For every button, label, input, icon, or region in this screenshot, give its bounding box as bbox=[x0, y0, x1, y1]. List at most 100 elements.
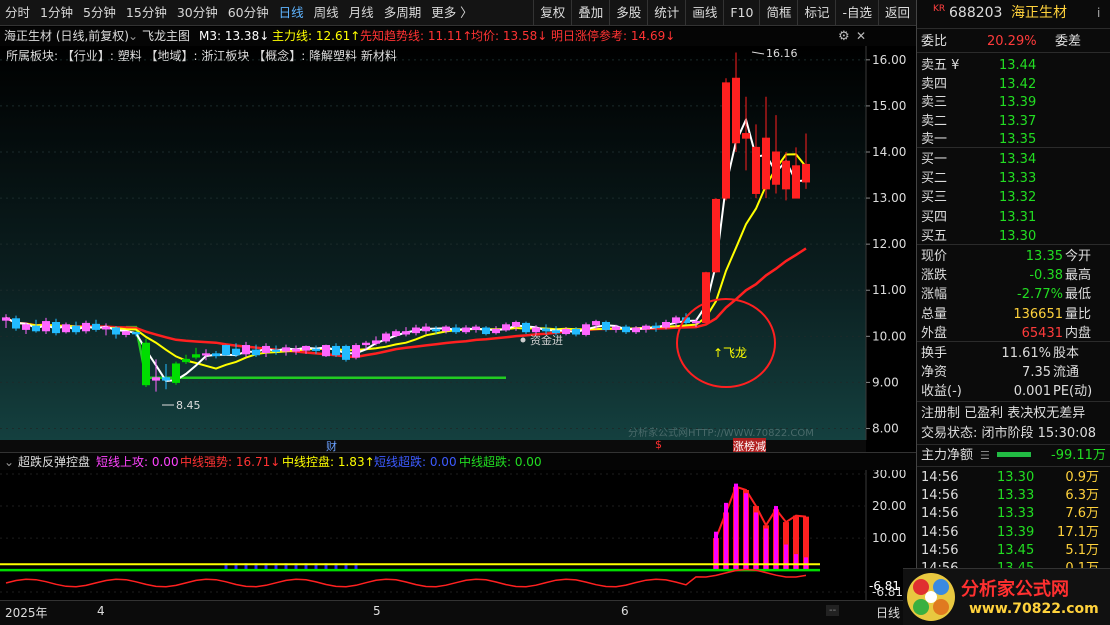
period-tab[interactable]: 60分钟 bbox=[223, 0, 274, 26]
candle-body bbox=[632, 327, 640, 333]
tick-time: 14:56 bbox=[921, 488, 959, 504]
ask-label: 卖三 bbox=[921, 95, 948, 110]
candle-body bbox=[162, 377, 170, 381]
candle-body bbox=[202, 353, 210, 356]
tick-time: 14:56 bbox=[921, 470, 959, 485]
period-tab[interactable]: 5分钟 bbox=[78, 0, 121, 26]
stat-label-right: 股本 bbox=[1053, 346, 1080, 361]
ask-label: 卖四 bbox=[921, 76, 948, 92]
tick-price: 13.33 bbox=[997, 488, 1035, 504]
candle-body bbox=[522, 322, 530, 333]
formula-name[interactable]: 飞龙主图 bbox=[142, 27, 190, 46]
candle-body bbox=[592, 321, 600, 326]
chevron-down-icon[interactable]: ⌄ bbox=[128, 27, 138, 46]
candle-body bbox=[482, 327, 490, 335]
bid-label: 买三 bbox=[921, 190, 948, 206]
indicator-chart: 10.0020.0030.00-6.81-6.81 bbox=[0, 470, 906, 600]
candle-body bbox=[132, 332, 140, 335]
tick-row: 14:56 13.39 17.1万 bbox=[917, 523, 1110, 542]
candle-body bbox=[112, 327, 120, 335]
tick-volume: 17.1万 bbox=[1057, 524, 1099, 540]
quote-panel: KR 688203 海正生材 i 委比 20.29% 委差 卖五 ¥13.44 卖… bbox=[903, 0, 1110, 625]
stat-label-right: 量比 bbox=[1065, 306, 1092, 322]
ask-level-row: 卖五 ¥ 13.44 bbox=[917, 56, 1110, 75]
period-tab[interactable]: 日线 bbox=[274, 0, 309, 26]
toolbar-button[interactable]: F10 bbox=[723, 0, 759, 26]
candle-body bbox=[332, 345, 340, 356]
bid-level-row: 买一 13.34 bbox=[917, 150, 1110, 169]
candle-body bbox=[672, 317, 680, 323]
stat-label-right: 内盘 bbox=[1065, 325, 1092, 341]
main-net-value: -99.11万 bbox=[1051, 448, 1106, 463]
price-tick-label: 16.00 bbox=[872, 53, 906, 67]
stat-label-right: 流通 bbox=[1053, 365, 1080, 381]
toolbar-button[interactable]: -自选 bbox=[835, 0, 878, 26]
candle-body bbox=[262, 345, 270, 353]
candle-body bbox=[492, 328, 500, 334]
candle-body bbox=[782, 160, 790, 190]
period-tab[interactable]: 分时 bbox=[0, 0, 35, 26]
candle-body bbox=[472, 326, 480, 330]
axis-scroll-button[interactable]: -- bbox=[826, 605, 840, 616]
candle-body bbox=[792, 165, 800, 199]
period-tab[interactable]: 月线 bbox=[344, 0, 379, 26]
indicator-tick-label: 30.00 bbox=[872, 470, 906, 481]
mid-control-value: 中线控盘: 1.83↑ bbox=[282, 455, 375, 469]
event-marker-dividend[interactable]: $ bbox=[655, 438, 662, 451]
period-tab[interactable]: 多周期 bbox=[379, 0, 427, 26]
stat-label-right: 最低 bbox=[1065, 287, 1092, 303]
period-tab[interactable]: 30分钟 bbox=[172, 0, 223, 26]
candle-body bbox=[312, 348, 320, 351]
indicator-title-row: ⌄ 超跌反弹控盘 短线上攻: 0.00 中线强势: 16.71↓ 中线控盘: 1… bbox=[0, 452, 916, 470]
toolbar-button[interactable]: 标记 bbox=[797, 0, 835, 26]
period-tab[interactable]: 周线 bbox=[309, 0, 344, 26]
stock-tags-text: 注册制 已盈利 表决权无差异 bbox=[921, 406, 1086, 421]
candle-body bbox=[342, 345, 350, 360]
tick-price: 13.45 bbox=[997, 542, 1035, 558]
chevron-down-icon[interactable]: ⌄ bbox=[4, 453, 14, 471]
toolbar-button[interactable]: 叠加 bbox=[571, 0, 609, 26]
funds-in-label: 资金进 bbox=[530, 333, 563, 347]
stat-value: 11.61% bbox=[1001, 346, 1051, 361]
stat-value: -0.38 bbox=[1029, 268, 1063, 284]
candle-body bbox=[192, 354, 200, 358]
period-tab[interactable]: 更多 〉 bbox=[426, 0, 477, 26]
period-tab[interactable]: 1分钟 bbox=[35, 0, 78, 26]
toolbar-button[interactable]: 返回 bbox=[877, 0, 916, 26]
tool-buttons: 复权 叠加 多股 统计 画线 F10 简框 标记 -自选 返回 bbox=[533, 0, 916, 26]
short-attack-bar bbox=[754, 512, 758, 571]
candle-body bbox=[762, 137, 770, 190]
toolbar-button[interactable]: 复权 bbox=[533, 0, 571, 26]
candle-body bbox=[222, 345, 230, 356]
toolbar-button[interactable]: 统计 bbox=[647, 0, 685, 26]
short-attack-bar bbox=[784, 544, 788, 571]
quote-stat-row: 涨跌 -0.38 最高 bbox=[917, 266, 1110, 285]
candle-body bbox=[772, 151, 780, 185]
bid-price: 13.32 bbox=[999, 190, 1037, 206]
limit-ref-value: 明日涨停参考: 14.69↓ bbox=[551, 29, 676, 43]
stock-tags: 注册制 已盈利 表决权无差异 bbox=[917, 404, 1110, 423]
quote-header: KR 688203 海正生材 i bbox=[917, 4, 1110, 26]
candle-body bbox=[642, 325, 650, 330]
candle-body bbox=[62, 324, 70, 333]
bid-price: 13.31 bbox=[999, 209, 1037, 225]
short-attack-bar bbox=[774, 506, 778, 571]
close-icon[interactable]: ✕ bbox=[856, 27, 866, 46]
period-tab-day[interactable]: 日线 bbox=[876, 604, 900, 621]
candle-body bbox=[612, 326, 620, 330]
indicator-name[interactable]: 超跌反弹控盘 bbox=[18, 453, 90, 471]
price-tick-label: 12.00 bbox=[872, 237, 906, 251]
toolbar-button[interactable]: 多股 bbox=[609, 0, 647, 26]
list-icon[interactable]: ☰ bbox=[980, 446, 990, 465]
candle-body bbox=[692, 321, 700, 324]
price-tick-label: 11.00 bbox=[872, 283, 906, 297]
candle-body bbox=[452, 327, 460, 333]
toolbar-button[interactable]: 简框 bbox=[759, 0, 797, 26]
ask-level-row: 卖三 13.39 bbox=[917, 93, 1110, 112]
gear-icon[interactable]: ⚙ bbox=[838, 27, 850, 46]
info-icon[interactable]: i bbox=[1097, 4, 1100, 23]
toolbar-button[interactable]: 画线 bbox=[685, 0, 723, 26]
price-tick-label: 13.00 bbox=[872, 191, 906, 205]
period-tab[interactable]: 15分钟 bbox=[121, 0, 172, 26]
price-tick-label: 15.00 bbox=[872, 99, 906, 113]
